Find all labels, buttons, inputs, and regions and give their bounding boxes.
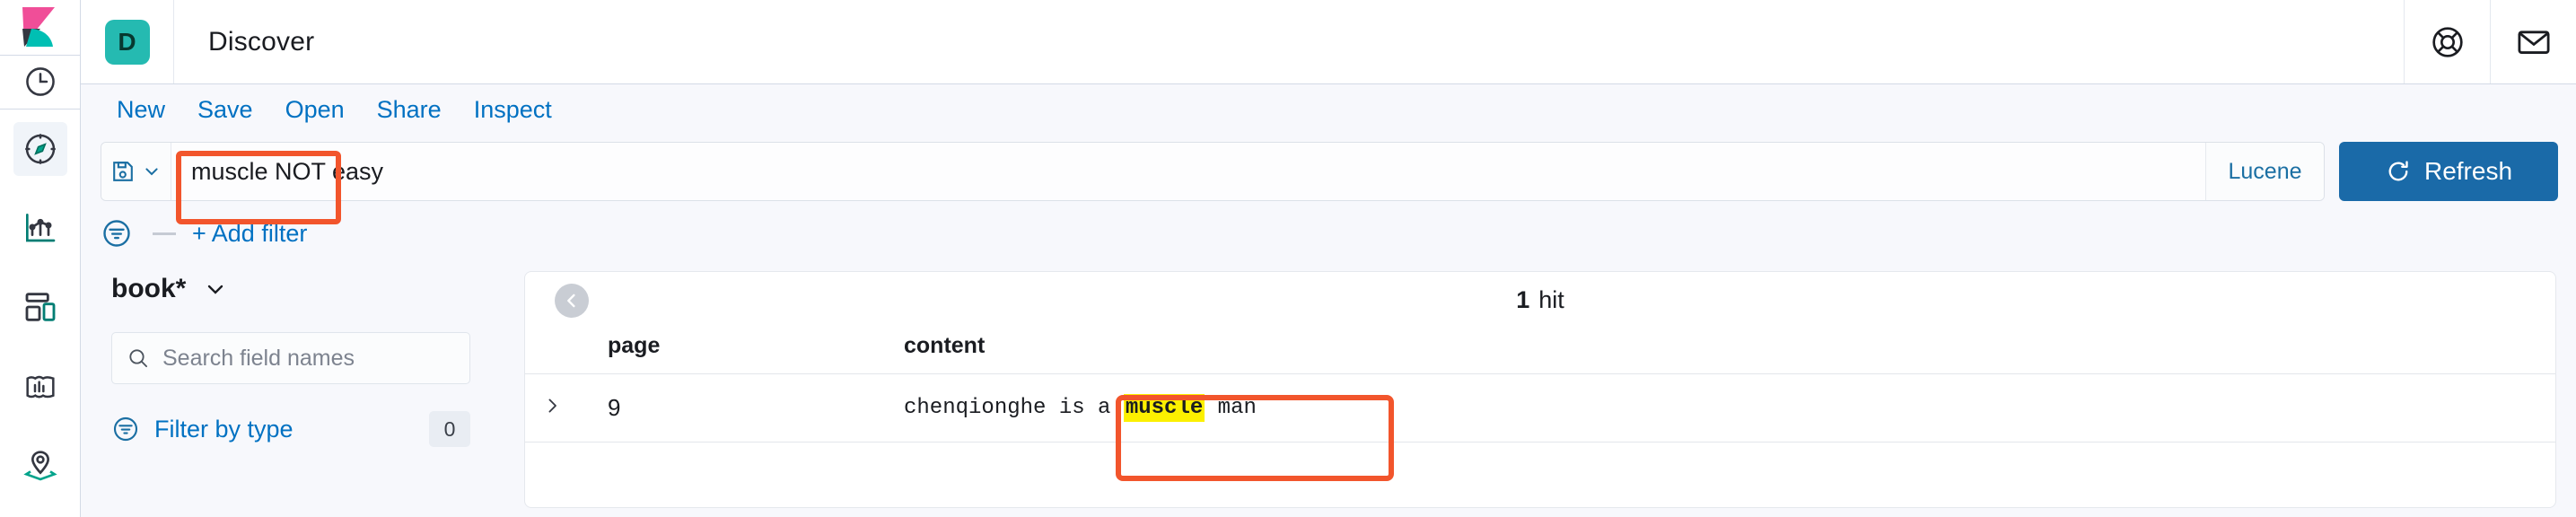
- mail-envelope-icon: [2517, 30, 2549, 54]
- collapse-sidebar-button[interactable]: [555, 284, 589, 318]
- clock-icon: [25, 67, 55, 97]
- app-header: D Discover: [81, 0, 2576, 84]
- filter-options-button[interactable]: [101, 217, 147, 250]
- newsfeed-button[interactable]: [2490, 0, 2576, 83]
- results-panel: 1 hit page content 9 chenqionghe is a mu…: [524, 271, 2556, 508]
- cell-page-value: 9: [608, 394, 621, 421]
- header-spacer: [314, 0, 2404, 83]
- table-header-content[interactable]: content: [877, 328, 2555, 374]
- table-header-toggle: [525, 328, 581, 374]
- search-field-names-input[interactable]: [162, 345, 455, 372]
- filter-funnel-icon: [113, 416, 138, 442]
- kibana-logo-icon: [22, 7, 55, 48]
- app-badge[interactable]: D: [81, 0, 174, 83]
- kibana-logo[interactable]: [0, 0, 81, 56]
- index-pattern-label: book*: [111, 274, 187, 303]
- query-bar: Lucene: [101, 142, 2325, 201]
- hits-count: 1: [1516, 285, 1530, 313]
- line-chart-icon: [25, 214, 55, 242]
- field-search-wrap: [111, 332, 470, 384]
- left-nav-rail: [0, 0, 81, 517]
- nav-item-maps[interactable]: [13, 438, 67, 492]
- canvas-icon: [25, 375, 55, 399]
- table-header-row: page content: [525, 328, 2555, 374]
- nav-item-discover[interactable]: [13, 122, 67, 176]
- map-pin-layers-icon: [22, 451, 57, 481]
- refresh-icon: [2388, 161, 2408, 181]
- kibana-discover-app: D Discover New Save Open Share Inspect m…: [0, 0, 2576, 517]
- filter-funnel-icon: [103, 220, 130, 247]
- chevron-left-icon: [567, 294, 575, 308]
- menu-item-new[interactable]: New: [101, 96, 181, 124]
- filter-by-type-count: 0: [429, 411, 470, 447]
- query-input[interactable]: [171, 157, 2205, 186]
- nav-item-canvas[interactable]: [13, 359, 67, 413]
- refresh-button[interactable]: Refresh: [2339, 142, 2558, 201]
- query-bar-row: Lucene Refresh: [81, 135, 2576, 208]
- nav-item-list: [13, 110, 67, 517]
- app-badge-letter: D: [104, 19, 150, 65]
- field-sidebar: book* Search field names Filter by type …: [101, 258, 486, 517]
- nav-item-visualize[interactable]: [13, 201, 67, 255]
- table-head: page content: [525, 328, 2555, 374]
- chevron-down-icon: [145, 168, 158, 176]
- help-lifebuoy-icon: [2431, 26, 2463, 57]
- top-menu-bar: New Save Open Share Inspect: [81, 84, 2576, 135]
- add-filter-link[interactable]: + Add filter: [188, 220, 307, 248]
- main-region: D Discover New Save Open Share Inspect m…: [81, 0, 2576, 517]
- nav-item-dashboard[interactable]: [13, 280, 67, 334]
- filter-separator: [153, 232, 176, 235]
- help-button[interactable]: [2404, 0, 2490, 83]
- query-input-wrap: [171, 143, 2205, 200]
- cell-content-value: chenqionghe is a muscle man: [904, 394, 1257, 422]
- row-expand-button[interactable]: [525, 373, 581, 443]
- dashboard-grid-icon: [25, 293, 55, 321]
- hits-label: hit: [1538, 285, 1564, 313]
- query-language-button[interactable]: Lucene: [2205, 143, 2324, 200]
- nav-item-recently-viewed[interactable]: [0, 56, 81, 110]
- index-pattern-selector[interactable]: book*: [101, 262, 486, 309]
- saved-query-button[interactable]: [101, 143, 171, 200]
- content-suffix: man: [1205, 396, 1257, 420]
- refresh-label: Refresh: [2423, 157, 2513, 185]
- content-prefix: chenqionghe is a: [904, 396, 1124, 420]
- chevron-right-icon: [548, 399, 556, 413]
- save-floppy-icon: [112, 162, 133, 181]
- chevron-down-icon: [208, 285, 223, 294]
- search-icon: [129, 349, 148, 368]
- documents-table: page content 9 chenqionghe is a muscle m…: [525, 328, 2555, 443]
- cell-content: chenqionghe is a muscle man: [877, 373, 2555, 443]
- compass-icon: [24, 134, 56, 164]
- app-body: New Save Open Share Inspect muscle NOT e…: [81, 84, 2576, 517]
- page-title: Discover: [208, 26, 315, 57]
- menu-item-save[interactable]: Save: [181, 96, 269, 124]
- menu-item-share[interactable]: Share: [361, 96, 458, 124]
- menu-item-inspect[interactable]: Inspect: [458, 96, 568, 124]
- cell-page: 9: [581, 373, 877, 443]
- filter-by-type-label: Filter by type: [154, 415, 294, 443]
- table-header-page[interactable]: page: [581, 328, 877, 374]
- hits-counter: 1 hit: [525, 272, 2555, 328]
- menu-item-open[interactable]: Open: [269, 96, 361, 124]
- content-highlight: muscle: [1123, 394, 1205, 422]
- filter-by-type-button[interactable]: Filter by type 0: [111, 406, 470, 452]
- discover-main: book* Search field names Filter by type …: [81, 258, 2576, 517]
- filter-bar-row: + Add filter: [81, 208, 2576, 258]
- table-row[interactable]: 9 chenqionghe is a muscle man: [525, 373, 2555, 443]
- table-body: 9 chenqionghe is a muscle man: [525, 373, 2555, 443]
